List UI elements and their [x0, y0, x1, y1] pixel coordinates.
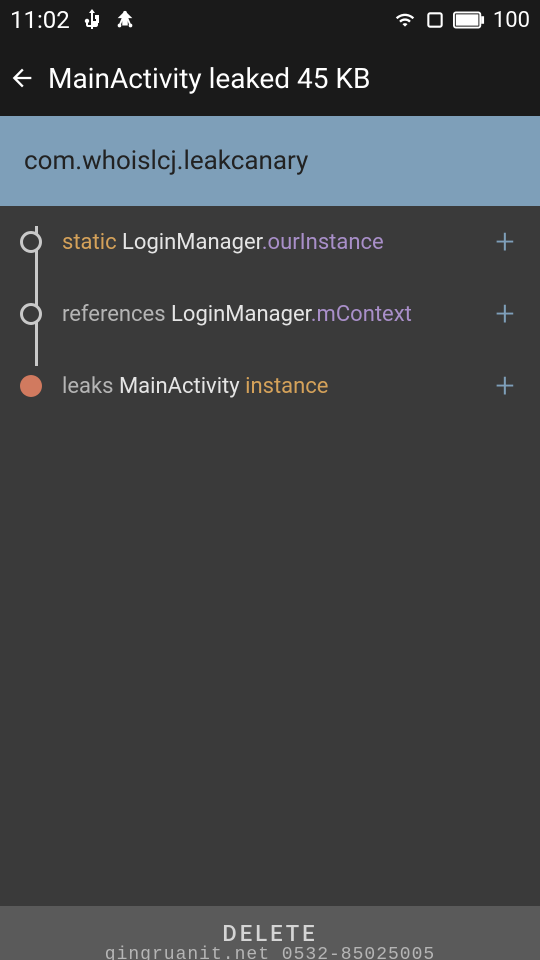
trace-text: static LoginManager.ourInstance	[62, 230, 490, 255]
expand-icon[interactable]: +	[490, 366, 520, 406]
delete-label: DELETE	[222, 922, 317, 947]
leak-trace-row[interactable]: static LoginManager.ourInstance +	[0, 206, 540, 278]
leak-trace-row[interactable]: leaks MainActivity instance +	[0, 350, 540, 422]
back-button[interactable]	[8, 64, 36, 92]
wifi-icon	[393, 10, 417, 30]
share-icon	[114, 9, 136, 31]
battery-percent: 100	[493, 8, 530, 33]
leak-trace-row[interactable]: references LoginManager.mContext +	[0, 278, 540, 350]
trace-leak-node-icon	[20, 375, 42, 397]
app-bar: MainActivity leaked 45 KB	[0, 40, 540, 116]
page-title: MainActivity leaked 45 KB	[48, 62, 370, 95]
usb-icon	[80, 8, 104, 32]
watermark-text: qingruanit.net 0532-85025005	[105, 945, 435, 960]
battery-icon	[453, 11, 485, 29]
package-name-text: com.whoislcj.leakcanary	[24, 146, 308, 176]
content-spacer	[0, 422, 540, 906]
status-bar: 11:02 100	[0, 0, 540, 40]
package-banner: com.whoislcj.leakcanary	[0, 116, 540, 206]
trace-text: leaks MainActivity instance	[62, 374, 490, 399]
delete-bar[interactable]: DELETE qingruanit.net 0532-85025005	[0, 906, 540, 960]
trace-text: references LoginManager.mContext	[62, 302, 490, 327]
status-time: 11:02	[10, 6, 70, 34]
trace-node-icon	[20, 231, 42, 253]
expand-icon[interactable]: +	[490, 222, 520, 262]
expand-icon[interactable]: +	[490, 294, 520, 334]
leak-trace-list: static LoginManager.ourInstance + refere…	[0, 206, 540, 422]
sim-icon	[425, 10, 445, 30]
trace-node-icon	[20, 303, 42, 325]
